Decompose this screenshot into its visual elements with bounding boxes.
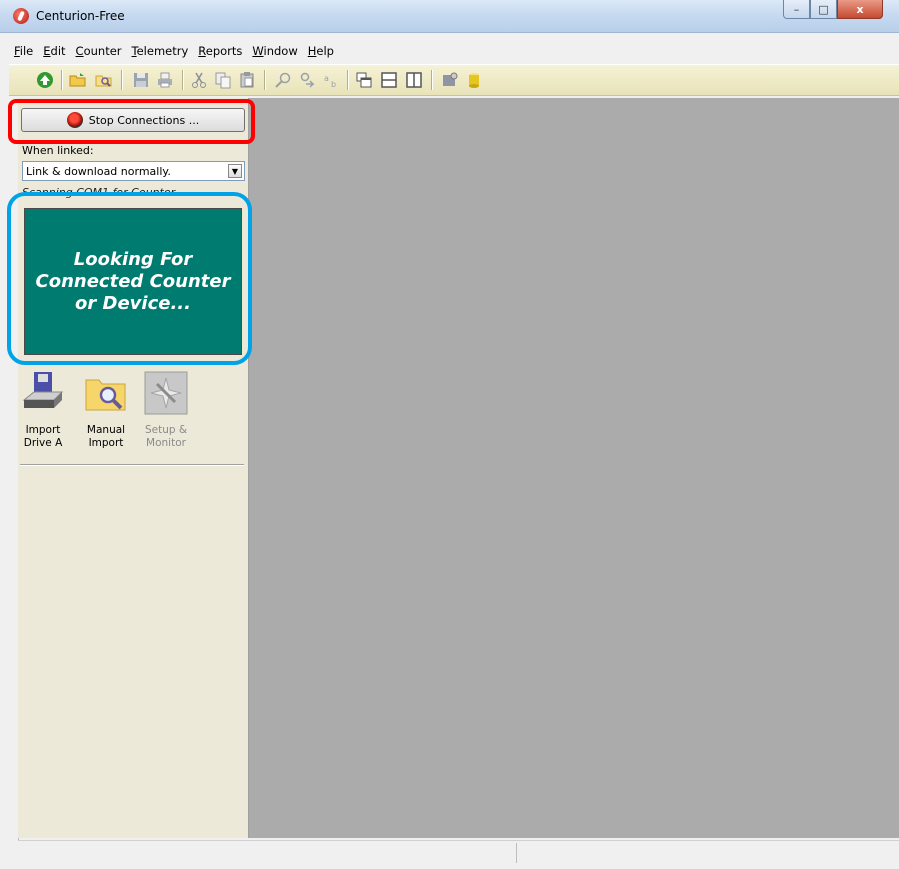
highlight-blue-outline: [7, 192, 252, 365]
menu-bar: File Edit Counter Telemetry Reports Wind…: [9, 42, 339, 62]
up-arrow-icon[interactable]: [36, 71, 54, 89]
setup-monitor-button[interactable]: Setup & Monitor: [141, 370, 191, 450]
toolbar-separator: [61, 70, 63, 90]
database-icon[interactable]: [465, 71, 483, 89]
manual-import-line1: Manual: [86, 424, 126, 436]
manual-import-line2: Import: [88, 437, 124, 449]
paste-icon[interactable]: [238, 71, 256, 89]
drive-icon: [22, 372, 64, 408]
menu-edit[interactable]: Edit: [38, 42, 70, 62]
when-linked-label: When linked:: [22, 144, 94, 157]
toolbar-separator: [431, 70, 433, 90]
app-window: Centurion-Free – □ x File Edit Counter T…: [0, 0, 899, 869]
status-segment: [18, 843, 517, 863]
save-icon[interactable]: [132, 71, 150, 89]
mdi-workspace: [249, 98, 899, 838]
wand-icon: [144, 371, 188, 415]
minimize-button[interactable]: –: [783, 0, 810, 19]
toolbar-separator: [182, 70, 184, 90]
svg-text:a: a: [324, 74, 329, 83]
toolbar: ab: [9, 64, 899, 96]
svg-text:b: b: [331, 80, 336, 89]
link-action-select[interactable]: Link & download normally. ▼: [22, 161, 245, 181]
settings-icon[interactable]: [441, 71, 459, 89]
chevron-down-icon[interactable]: ▼: [228, 164, 242, 178]
title-bar: Centurion-Free – □ x: [0, 0, 899, 33]
menu-window[interactable]: Window: [247, 42, 302, 62]
import-drive-a-button[interactable]: Import Drive A: [18, 370, 68, 450]
status-bar: [18, 840, 899, 865]
toolbar-separator: [264, 70, 266, 90]
highlight-red-outline: [8, 99, 255, 144]
import-drive-a-line1: Import: [25, 424, 61, 436]
find-next-icon[interactable]: [298, 71, 316, 89]
manual-import-button[interactable]: Manual Import: [81, 370, 131, 450]
panel-divider: [20, 464, 244, 466]
print-icon[interactable]: [156, 71, 174, 89]
find-icon[interactable]: [274, 71, 292, 89]
menu-file[interactable]: File: [9, 42, 38, 62]
menu-help[interactable]: Help: [303, 42, 339, 62]
menu-counter[interactable]: Counter: [71, 42, 127, 62]
open-folder-icon[interactable]: [69, 71, 87, 89]
caption-buttons: – □ x: [783, 0, 883, 20]
menu-reports[interactable]: Reports: [193, 42, 247, 62]
copy-icon[interactable]: [214, 71, 232, 89]
tile-horizontal-icon[interactable]: [380, 71, 398, 89]
app-logo-icon: [13, 8, 29, 24]
link-action-value: Link & download normally.: [26, 165, 171, 178]
replace-icon[interactable]: ab: [322, 71, 340, 89]
maximize-button[interactable]: □: [810, 0, 837, 19]
cascade-icon[interactable]: [355, 71, 373, 89]
setup-monitor-line2: Monitor: [146, 437, 186, 449]
menu-telemetry[interactable]: Telemetry: [127, 42, 194, 62]
folder-search-icon: [85, 379, 126, 411]
window-title: Centurion-Free: [36, 9, 125, 23]
setup-monitor-line1: Setup &: [144, 424, 188, 436]
toolbar-separator: [121, 70, 123, 90]
close-button[interactable]: x: [837, 0, 883, 19]
toolbar-separator: [347, 70, 349, 90]
cut-icon[interactable]: [190, 71, 208, 89]
import-drive-a-line2: Drive A: [23, 437, 63, 449]
tile-vertical-icon[interactable]: [405, 71, 423, 89]
search-folder-icon[interactable]: [95, 71, 113, 89]
